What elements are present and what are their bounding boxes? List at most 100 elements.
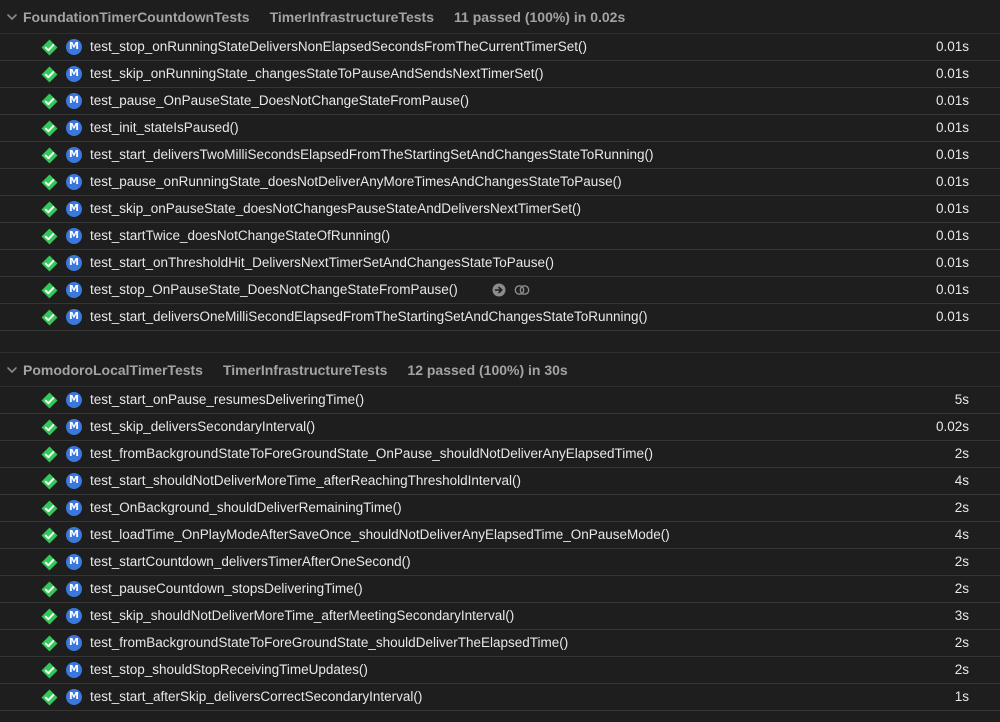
test-duration: 1s <box>954 689 969 704</box>
checkmark-diamond-icon <box>41 635 58 652</box>
method-m-icon: M <box>66 93 82 109</box>
method-m-icon: M <box>66 635 82 651</box>
checkmark-diamond-icon <box>41 581 58 598</box>
test-name: test_skip_deliversSecondaryInterval() <box>90 419 316 434</box>
test-name: test_stop_OnPauseState_DoesNotChangeStat… <box>90 282 458 297</box>
group-parent-target: TimerInfrastructureTests <box>269 8 435 25</box>
test-duration: 2s <box>954 446 969 461</box>
method-m-icon: M <box>66 392 82 408</box>
test-row[interactable]: Mtest_skip_onRunningState_changesStateTo… <box>0 61 1000 88</box>
test-name: test_stop_onRunningStateDeliversNonElaps… <box>90 39 587 54</box>
test-duration: 0.01s <box>935 282 969 297</box>
test-duration: 0.01s <box>935 147 969 162</box>
test-duration: 0.01s <box>935 309 969 324</box>
checkmark-diamond-icon <box>41 500 58 517</box>
test-row[interactable]: Mtest_startTwice_doesNotChangeStateOfRun… <box>0 223 1000 250</box>
method-m-icon: M <box>66 446 82 462</box>
method-m-icon: M <box>66 120 82 136</box>
method-m-icon: M <box>66 527 82 543</box>
test-duration: 0.01s <box>935 201 969 216</box>
method-m-icon: M <box>66 66 82 82</box>
test-row[interactable]: Mtest_start_afterSkip_deliversCorrectSec… <box>0 684 1000 711</box>
test-name: test_pauseCountdown_stopsDeliveringTime(… <box>90 581 363 596</box>
test-duration: 2s <box>954 635 969 650</box>
checkmark-diamond-icon <box>41 419 58 436</box>
test-row[interactable]: Mtest_skip_shouldNotDeliverMoreTime_afte… <box>0 603 1000 630</box>
test-row[interactable]: Mtest_fromBackgroundStateToForeGroundSta… <box>0 630 1000 657</box>
test-row[interactable]: Mtest_start_onPause_resumesDeliveringTim… <box>0 387 1000 414</box>
link-circles-icon[interactable] <box>514 283 530 300</box>
checkmark-diamond-icon <box>41 93 58 110</box>
checkmark-diamond-icon <box>41 446 58 463</box>
checkmark-diamond-icon <box>41 662 58 679</box>
test-row[interactable]: Mtest_stop_shouldStopReceivingTimeUpdate… <box>0 657 1000 684</box>
method-m-icon: M <box>66 309 82 325</box>
checkmark-diamond-icon <box>41 608 58 625</box>
test-name: test_start_onThresholdHit_DeliversNextTi… <box>90 255 554 270</box>
method-m-icon: M <box>66 608 82 624</box>
checkmark-diamond-icon <box>41 39 58 56</box>
method-m-icon: M <box>66 500 82 516</box>
test-duration: 4s <box>954 527 969 542</box>
test-row[interactable]: Mtest_start_deliversTwoMilliSecondsElaps… <box>0 142 1000 169</box>
checkmark-diamond-icon <box>41 174 58 191</box>
checkmark-diamond-icon <box>41 527 58 544</box>
test-name: test_start_deliversOneMilliSecondElapsed… <box>90 309 648 324</box>
test-name: test_skip_onPauseState_doesNotChangesPau… <box>90 201 582 216</box>
test-name: test_skip_onRunningState_changesStateToP… <box>90 66 544 81</box>
test-duration: 0.01s <box>935 255 969 270</box>
test-name: test_pause_onRunningState_doesNotDeliver… <box>90 174 622 189</box>
test-name: test_skip_shouldNotDeliverMoreTime_after… <box>90 608 515 623</box>
test-duration: 0.01s <box>935 120 969 135</box>
method-m-icon: M <box>66 662 82 678</box>
arrow-right-circle-icon[interactable] <box>492 283 506 300</box>
test-duration: 2s <box>954 500 969 515</box>
test-row[interactable]: Mtest_skip_deliversSecondaryInterval() 0.… <box>0 414 1000 441</box>
test-row[interactable]: Mtest_start_onThresholdHit_DeliversNextT… <box>0 250 1000 277</box>
method-m-icon: M <box>66 689 82 705</box>
test-duration: 2s <box>954 554 969 569</box>
test-row[interactable]: Mtest_pause_OnPauseState_DoesNotChangeSt… <box>0 88 1000 115</box>
test-name: test_OnBackground_shouldDeliverRemaining… <box>90 500 402 515</box>
method-m-icon: M <box>66 39 82 55</box>
test-row[interactable]: Mtest_fromBackgroundStateToForeGroundSta… <box>0 441 1000 468</box>
method-m-icon: M <box>66 473 82 489</box>
test-name: test_startCountdown_deliversTimerAfterOn… <box>90 554 411 569</box>
test-name: test_start_afterSkip_deliversCorrectSeco… <box>90 689 423 704</box>
test-row[interactable]: Mtest_OnBackground_shouldDeliverRemainin… <box>0 495 1000 522</box>
test-duration: 0.01s <box>935 93 969 108</box>
test-row[interactable]: Mtest_skip_onPauseState_doesNotChangesPa… <box>0 196 1000 223</box>
checkmark-diamond-icon <box>41 473 58 490</box>
test-duration: 5s <box>954 392 969 407</box>
row-actions <box>492 283 530 300</box>
test-duration: 2s <box>954 662 969 677</box>
test-row[interactable]: Mtest_pauseCountdown_stopsDeliveringTime… <box>0 576 1000 603</box>
test-name: test_pause_OnPauseState_DoesNotChangeSta… <box>90 93 469 108</box>
checkmark-diamond-icon <box>41 392 58 409</box>
chevron-down-icon[interactable] <box>6 364 20 376</box>
test-name: test_fromBackgroundStateToForeGroundStat… <box>90 446 654 461</box>
test-name: test_start_onPause_resumesDeliveringTime… <box>90 392 365 407</box>
group-status: 12 passed (100%) in 30s <box>407 361 568 378</box>
test-duration: 0.01s <box>935 228 969 243</box>
test-row[interactable]: Mtest_init_stateIsPaused() 0.01s <box>0 115 1000 142</box>
test-row[interactable]: Mtest_loadTime_OnPlayModeAfterSaveOnce_s… <box>0 522 1000 549</box>
method-m-icon: M <box>66 255 82 271</box>
test-group-header[interactable]: PomodoroLocalTimerTests TimerInfrastructu… <box>0 353 1000 387</box>
test-row[interactable]: Mtest_stop_onRunningStateDeliversNonElap… <box>0 34 1000 61</box>
test-row[interactable]: Mtest_start_deliversOneMilliSecondElapse… <box>0 304 1000 331</box>
test-name: test_stop_shouldStopReceivingTimeUpdates… <box>90 662 368 677</box>
test-group-header[interactable]: FoundationTimerCountdownTests TimerInfras… <box>0 0 1000 34</box>
test-name: test_startTwice_doesNotChangeStateOfRunn… <box>90 228 391 243</box>
checkmark-diamond-icon <box>41 66 58 83</box>
method-m-icon: M <box>66 174 82 190</box>
test-row[interactable]: Mtest_pause_onRunningState_doesNotDelive… <box>0 169 1000 196</box>
test-row[interactable]: Mtest_start_shouldNotDeliverMoreTime_aft… <box>0 468 1000 495</box>
checkmark-diamond-icon <box>41 554 58 571</box>
test-duration: 0.01s <box>935 66 969 81</box>
method-m-icon: M <box>66 554 82 570</box>
checkmark-diamond-icon <box>41 309 58 326</box>
chevron-down-icon[interactable] <box>6 11 20 23</box>
test-row[interactable]: Mtest_stop_OnPauseState_DoesNotChangeSta… <box>0 277 1000 304</box>
test-row[interactable]: Mtest_startCountdown_deliversTimerAfterO… <box>0 549 1000 576</box>
